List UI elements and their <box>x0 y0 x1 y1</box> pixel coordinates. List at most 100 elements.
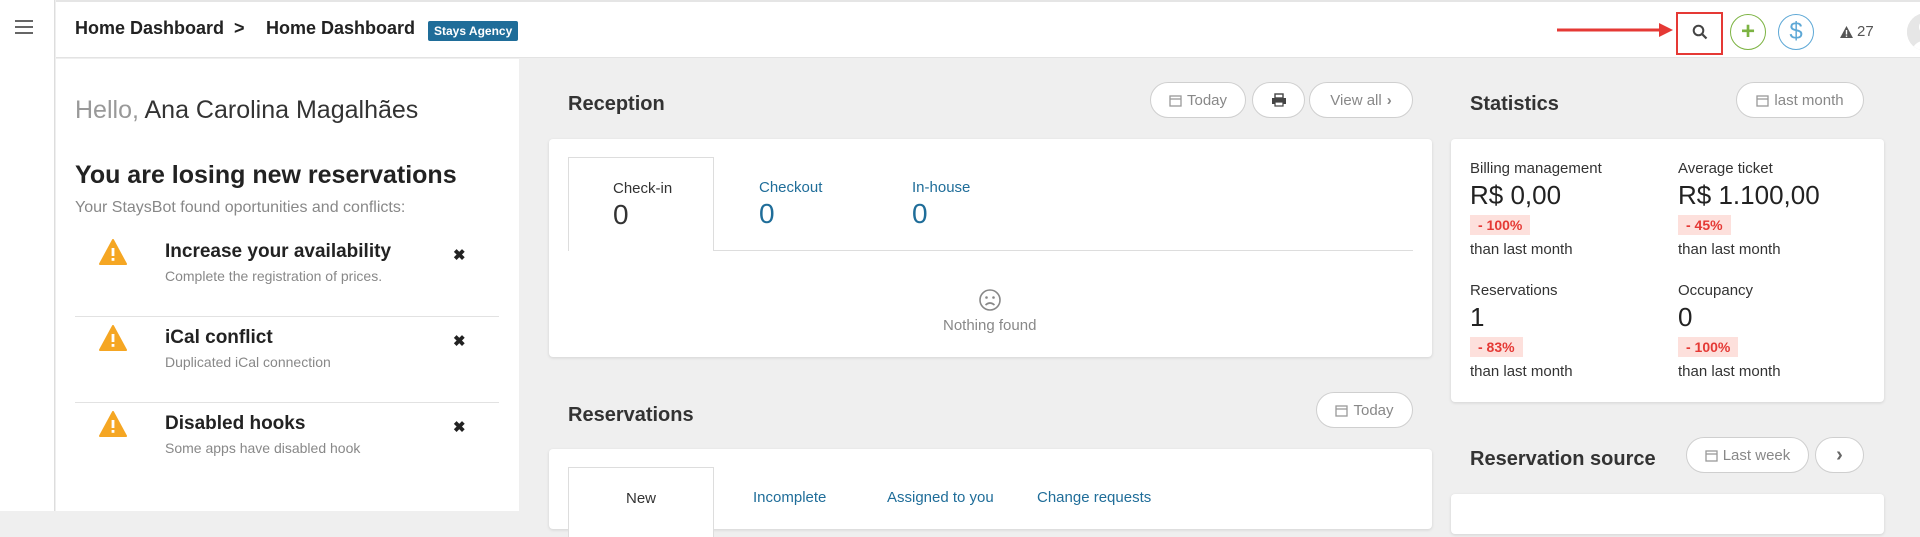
view-all-label: View all <box>1330 91 1382 109</box>
list-item[interactable]: Increase your availability Complete the … <box>75 231 499 317</box>
stat-label: Average ticket <box>1678 160 1773 177</box>
statistics-period-button[interactable]: last month <box>1736 82 1864 118</box>
warning-icon <box>99 325 127 351</box>
annotation-arrow-icon <box>1557 23 1673 37</box>
stat-label: Occupancy <box>1678 282 1754 299</box>
stat-label: Reservations <box>1470 282 1558 299</box>
breadcrumb-current: Home Dashboard <box>266 18 416 38</box>
tab-change-requests[interactable]: Change requests <box>1037 489 1151 506</box>
print-icon <box>1271 93 1286 107</box>
add-button[interactable]: + <box>1730 14 1766 50</box>
tab-label: In-house <box>912 179 971 196</box>
warning-icon <box>1840 25 1853 38</box>
today-label: Today <box>1353 401 1394 419</box>
reception-title: Reception <box>568 93 665 115</box>
frown-icon <box>979 289 1001 311</box>
stat-compare: than last month <box>1470 241 1573 258</box>
item-title: Disabled hooks <box>165 413 306 434</box>
period-label: Last week <box>1722 446 1791 464</box>
view-all-button[interactable]: View all › <box>1309 82 1413 118</box>
tab-incomplete[interactable]: Incomplete <box>753 489 826 506</box>
alerts-button[interactable]: 27 <box>1839 23 1874 40</box>
greeting-hello: Hello, <box>75 96 139 124</box>
finance-button[interactable]: $ <box>1778 14 1814 50</box>
reservations-today-button[interactable]: Today <box>1316 392 1413 428</box>
reservations-title: Reservations <box>568 404 694 426</box>
user-name: Ana Carolina Magalhães <box>144 96 419 124</box>
tab-count: 0 <box>613 199 629 230</box>
side-rail <box>0 0 55 511</box>
stat-change-badge: - 100% <box>1470 215 1531 235</box>
dollar-icon: $ <box>1789 18 1803 45</box>
print-button[interactable] <box>1252 82 1305 118</box>
stat-value: 0 <box>1678 302 1693 332</box>
statistics-card: Billing management R$ 0,00 - 100% than l… <box>1451 139 1884 402</box>
search-button[interactable] <box>1687 19 1713 45</box>
tab-count: 0 <box>759 198 775 229</box>
stat-change-badge: - 83% <box>1470 337 1523 357</box>
tab-checkout[interactable]: Checkout 0 <box>759 179 822 230</box>
stat-compare: than last month <box>1678 363 1781 380</box>
reservation-source-title: Reservation source <box>1470 448 1656 470</box>
avatar[interactable] <box>1907 13 1920 51</box>
tab-divider <box>713 250 1413 251</box>
warning-icon <box>99 411 127 437</box>
list-item[interactable]: Disabled hooks Some apps have disabled h… <box>75 403 499 489</box>
tab-label: Checkout <box>759 179 823 196</box>
tab-inhouse[interactable]: In-house 0 <box>912 179 970 230</box>
left-panel: Hello, Ana Carolina Magalhães You are lo… <box>56 59 519 511</box>
tab-label: Check-in <box>613 180 673 197</box>
item-title: Increase your availability <box>165 241 392 262</box>
stat-compare: than last month <box>1678 241 1781 258</box>
tab-label: New <box>625 490 656 507</box>
item-subtitle: Some apps have disabled hook <box>165 440 361 456</box>
close-icon[interactable]: ✖ <box>453 418 466 436</box>
stat-label: Billing management <box>1470 160 1602 177</box>
calendar-icon <box>1169 94 1182 107</box>
stat-compare: than last month <box>1470 363 1573 380</box>
tab-label: Change requests <box>1037 489 1152 506</box>
tab-checkin[interactable]: Check-in 0 <box>568 157 714 251</box>
chevron-right-icon: > <box>234 18 245 38</box>
plus-icon: + <box>1740 18 1755 45</box>
stat-value: 1 <box>1470 302 1485 332</box>
top-bar: Home Dashboard > Home Dashboard Stays Ag… <box>56 0 1920 58</box>
item-title: iCal conflict <box>165 327 273 348</box>
losing-title: You are losing new reservations <box>75 161 457 189</box>
tab-assigned[interactable]: Assigned to you <box>887 489 994 506</box>
calendar-icon <box>1705 449 1718 462</box>
item-subtitle: Duplicated iCal connection <box>165 354 331 370</box>
tab-label: Assigned to you <box>887 489 994 506</box>
agency-badge: Stays Agency <box>428 21 519 41</box>
close-icon[interactable]: ✖ <box>453 246 466 264</box>
stat-value: R$ 1.100,00 <box>1678 180 1820 210</box>
close-icon[interactable]: ✖ <box>453 332 466 350</box>
reservation-source-card <box>1451 494 1884 534</box>
stat-change-badge: - 45% <box>1678 215 1731 235</box>
tab-count: 0 <box>912 198 928 229</box>
losing-subtitle: Your StaysBot found oportunities and con… <box>75 199 406 216</box>
source-period-button[interactable]: Last week <box>1686 437 1809 473</box>
reception-today-button[interactable]: Today <box>1150 82 1246 118</box>
item-subtitle: Complete the registration of prices. <box>165 268 383 284</box>
hamburger-menu-icon[interactable] <box>15 20 33 36</box>
stat-value: R$ 0,00 <box>1470 180 1562 210</box>
stat-change-badge: - 100% <box>1678 337 1739 357</box>
alert-count: 27 <box>1857 23 1874 40</box>
list-item[interactable]: iCal conflict Duplicated iCal connection… <box>75 317 499 403</box>
source-next-button[interactable]: › <box>1815 437 1864 473</box>
tab-label: Incomplete <box>753 489 827 506</box>
statistics-title: Statistics <box>1470 93 1559 115</box>
greeting: Hello, Ana Carolina Magalhães <box>75 96 418 125</box>
reception-card: Check-in 0 Checkout 0 In-house 0 Nothing… <box>549 139 1432 357</box>
today-label: Today <box>1186 91 1228 109</box>
period-label: last month <box>1774 91 1844 109</box>
tab-new[interactable]: New <box>568 467 714 537</box>
search-icon <box>1692 24 1708 40</box>
user-icon <box>1907 13 1920 51</box>
empty-text: Nothing found <box>943 317 1037 334</box>
breadcrumb-item[interactable]: Home Dashboard <box>75 18 224 39</box>
calendar-icon <box>1335 404 1349 417</box>
reservations-card: New Incomplete Assigned to you Change re… <box>549 449 1432 537</box>
warning-icon <box>99 239 127 265</box>
